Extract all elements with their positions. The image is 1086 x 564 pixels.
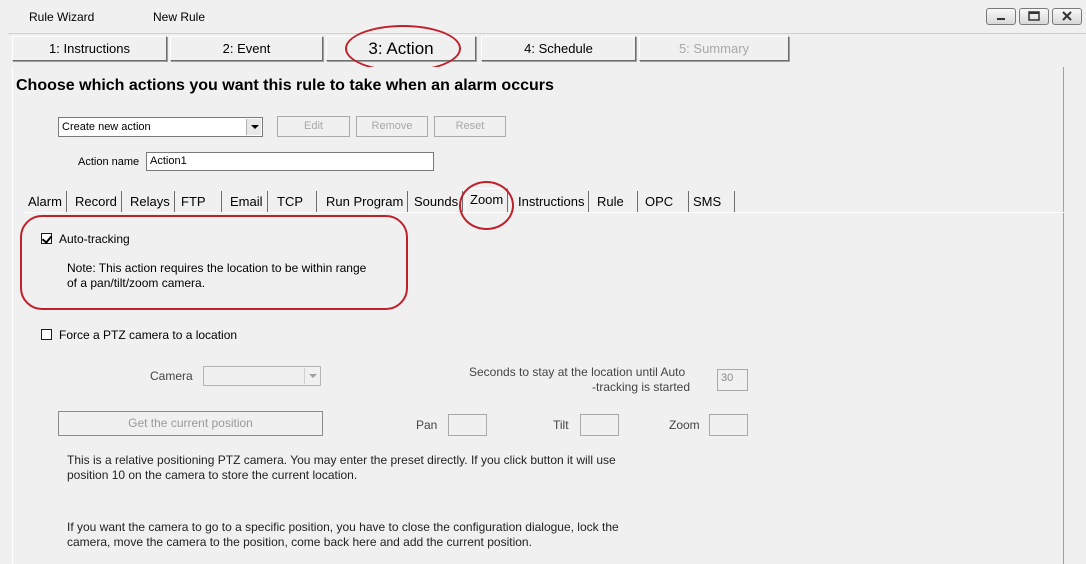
action-select[interactable]: Create new action: [58, 117, 263, 137]
info-text-2b: camera, move the camera to the position,…: [67, 535, 532, 549]
tab-alarm[interactable]: Alarm: [24, 191, 67, 213]
step-schedule[interactable]: 4: Schedule: [481, 36, 636, 61]
tab-relays[interactable]: Relays: [126, 191, 175, 213]
highlight-ellipse-zoom-tab: [459, 181, 514, 230]
highlight-ellipse-step: [345, 25, 461, 72]
camera-label: Camera: [150, 369, 193, 383]
tab-opc[interactable]: OPC: [641, 191, 689, 213]
tilt-label: Tilt: [553, 418, 569, 432]
seconds-label-1: Seconds to stay at the location until Au…: [469, 365, 686, 379]
tab-run-program[interactable]: Run Program: [322, 191, 409, 213]
tilt-input[interactable]: [580, 414, 619, 436]
tab-sms[interactable]: SMS: [689, 191, 735, 213]
action-select-value: Create new action: [62, 121, 151, 133]
window-title: Rule Wizard: [29, 10, 95, 24]
maximize-icon: [1020, 9, 1048, 24]
zoom-label: Zoom: [669, 418, 700, 432]
panel-border: [1063, 67, 1064, 564]
minimize-button[interactable]: [986, 8, 1016, 25]
seconds-input[interactable]: 30: [717, 369, 748, 391]
reset-button[interactable]: Reset: [434, 116, 506, 137]
zoom-input[interactable]: [709, 414, 748, 436]
window-subtitle: New Rule: [153, 10, 206, 24]
tab-instructions[interactable]: Instructions: [514, 191, 590, 213]
camera-select[interactable]: [203, 366, 321, 386]
tab-sounds[interactable]: Sounds: [410, 191, 464, 213]
close-icon: [1053, 9, 1081, 24]
chevron-down-icon[interactable]: [246, 119, 261, 135]
tab-rule[interactable]: Rule: [593, 191, 638, 213]
step-event[interactable]: 2: Event: [170, 36, 323, 61]
tab-tcp[interactable]: TCP: [273, 191, 317, 213]
tab-record[interactable]: Record: [71, 191, 122, 213]
title-bar: Rule Wizard New Rule: [0, 0, 1086, 33]
seconds-label-2: -tracking is started: [592, 380, 691, 394]
maximize-button[interactable]: [1019, 8, 1049, 25]
remove-button[interactable]: Remove: [356, 116, 428, 137]
pan-input[interactable]: [448, 414, 487, 436]
action-name-label: Action name: [78, 156, 140, 168]
info-text-2a: If you want the camera to go to a specif…: [67, 520, 619, 534]
tab-divider: [24, 212, 1064, 213]
edit-button[interactable]: Edit: [277, 116, 350, 137]
minimize-icon: [987, 9, 1015, 24]
tab-email[interactable]: Email: [226, 191, 268, 213]
tab-ftp[interactable]: FTP: [177, 191, 222, 213]
info-text-1b: position 10 on the camera to store the c…: [67, 468, 358, 482]
info-text-1a: This is a relative positioning PTZ camer…: [67, 453, 616, 467]
step-summary: 5: Summary: [639, 36, 789, 61]
get-current-position-button[interactable]: Get the current position: [58, 411, 323, 436]
action-name-input[interactable]: Action1: [146, 152, 434, 171]
force-ptz-checkbox[interactable]: [41, 329, 52, 340]
page-title: Choose which actions you want this rule …: [16, 77, 554, 94]
content-panel: [12, 67, 1064, 564]
pan-label: Pan: [416, 418, 438, 432]
close-button[interactable]: [1052, 8, 1082, 25]
step-instructions[interactable]: 1: Instructions: [12, 36, 167, 61]
highlight-box-auto-tracking: [20, 215, 408, 310]
chevron-down-icon[interactable]: [304, 368, 319, 384]
force-ptz-label: Force a PTZ camera to a location: [59, 328, 238, 342]
